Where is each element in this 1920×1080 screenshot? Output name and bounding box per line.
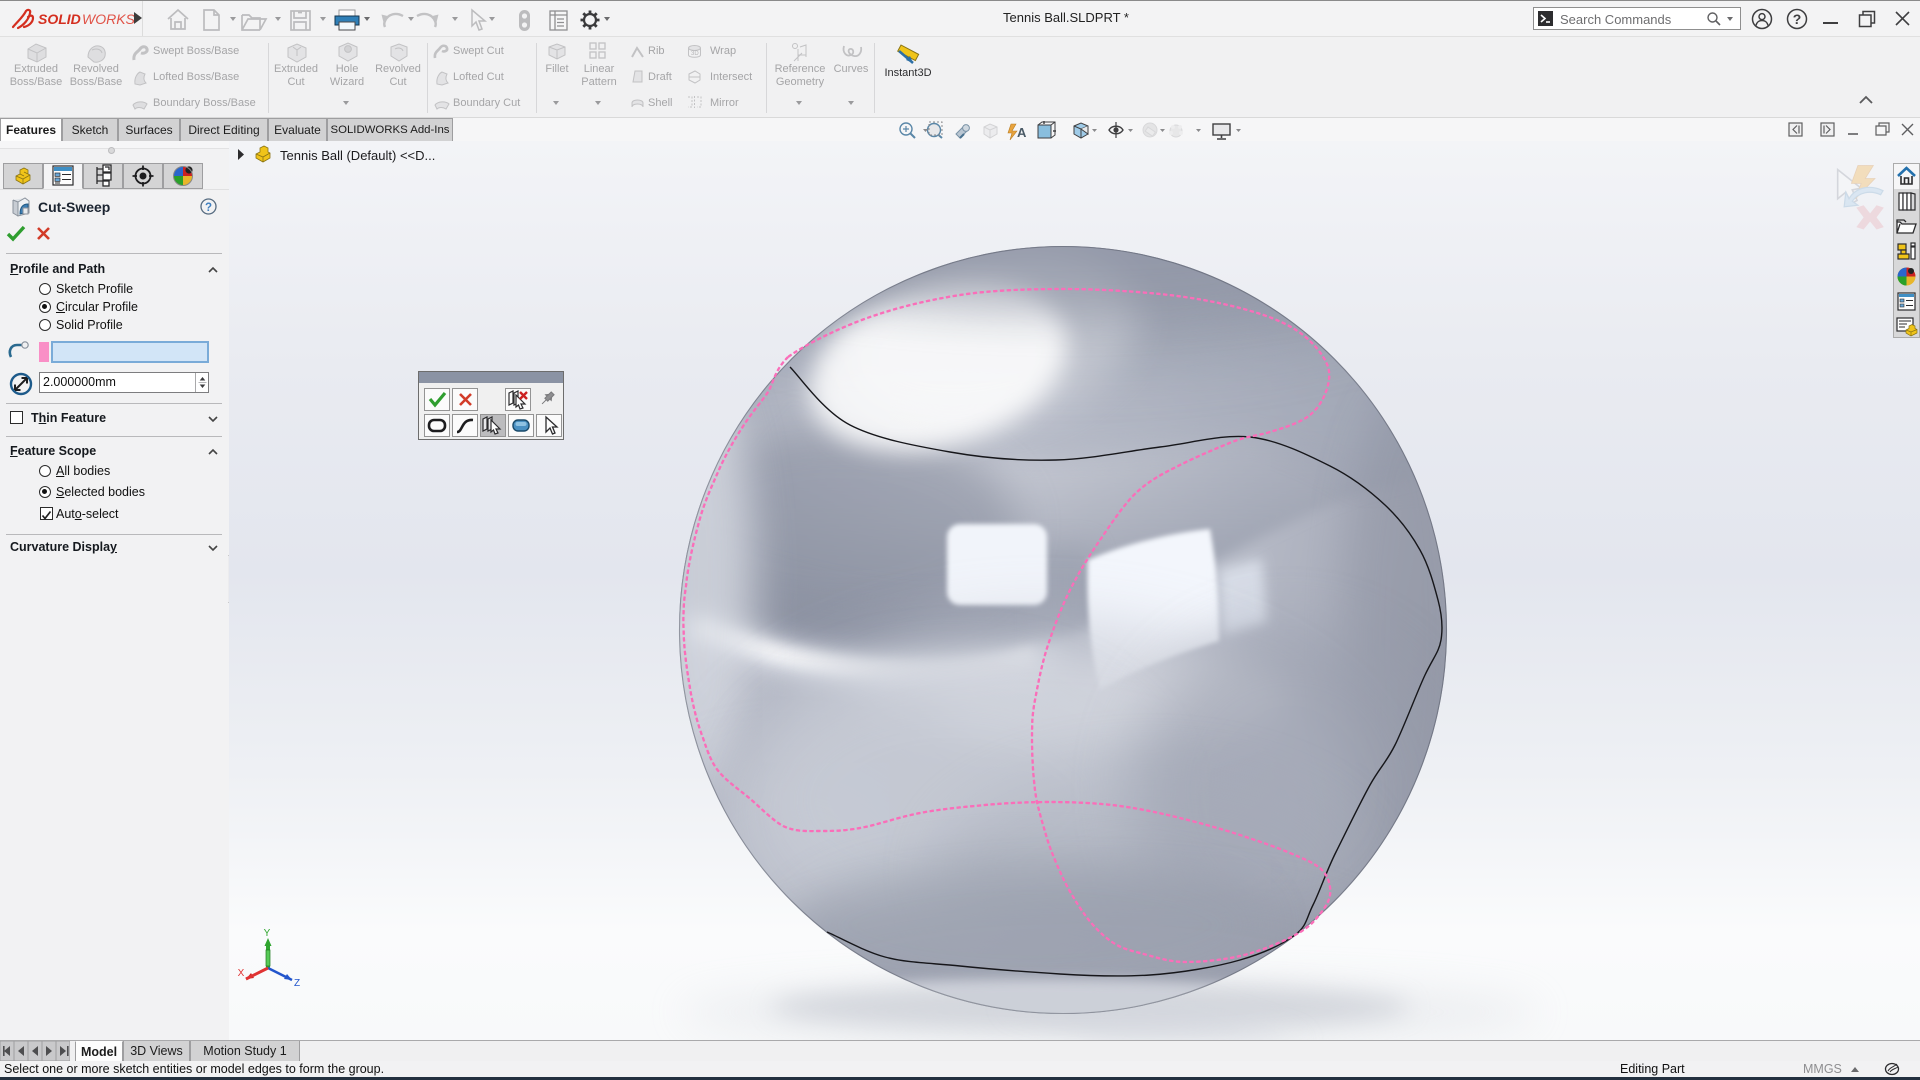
svg-text:Y: Y: [264, 928, 271, 939]
svg-text:WORKS: WORKS: [82, 11, 136, 27]
svg-text:Z: Z: [294, 978, 300, 989]
svg-text:SOLID: SOLID: [38, 11, 81, 27]
svg-text:A: A: [1017, 125, 1027, 140]
svg-text:Tennis Ball (Default) <<D...: Tennis Ball (Default) <<D...: [280, 148, 435, 163]
svg-text:3D: 3D: [691, 51, 699, 57]
svg-text:X: X: [238, 968, 245, 979]
svg-text:?: ?: [1793, 11, 1802, 27]
svg-text:?: ?: [205, 202, 212, 214]
